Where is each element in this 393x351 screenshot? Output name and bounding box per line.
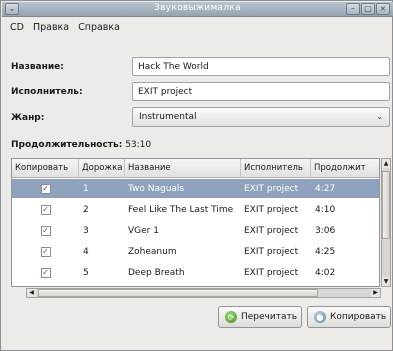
- duration-label: Продолжительность:: [11, 140, 123, 150]
- col-track[interactable]: Дорожка: [79, 159, 125, 178]
- genre-value: Instrumental: [139, 112, 197, 122]
- scroll-down-arrow-icon[interactable]: ▼: [382, 277, 390, 286]
- copy-label: Копировать: [330, 312, 387, 322]
- table-row[interactable]: ✓ 3 VGer 1 EXIT project 3:06: [12, 221, 379, 240]
- chevron-down-icon: ⌄: [376, 112, 383, 121]
- track-title: Feel Like The Last Time: [128, 204, 234, 215]
- track-number: 4: [83, 246, 89, 257]
- track-number: 1: [83, 183, 89, 194]
- duration-value: 53:10: [125, 140, 152, 150]
- reread-button[interactable]: ⟳ Перечитать: [218, 306, 302, 328]
- col-title[interactable]: Название: [125, 159, 241, 178]
- track-length: 4:10: [315, 204, 336, 215]
- copy-checkbox[interactable]: ✓: [40, 267, 51, 278]
- track-title: VGer 1: [128, 225, 159, 236]
- track-number: 3: [83, 225, 89, 236]
- table-header: Копировать Дорожка Название Исполнитель …: [12, 159, 379, 178]
- col-artist[interactable]: Исполнитель: [241, 159, 311, 178]
- track-artist: EXIT project: [244, 225, 299, 236]
- genre-combobox[interactable]: Instrumental ⌄: [132, 107, 390, 127]
- menu-edit[interactable]: Правка: [33, 22, 69, 33]
- title-bar[interactable]: ⌄ Звуковыжималка – □ ×: [2, 2, 393, 17]
- col-copy[interactable]: Копировать: [12, 159, 79, 178]
- title-label: Название:: [11, 62, 64, 72]
- col-length[interactable]: Продолжит: [311, 159, 379, 178]
- track-title: Deep Breath: [128, 267, 185, 278]
- refresh-icon: ⟳: [225, 311, 237, 323]
- table-row[interactable]: ✓ 4 Zoheanum EXIT project 4:25: [12, 242, 379, 261]
- copy-button[interactable]: ● Копировать: [307, 306, 391, 328]
- scroll-up-arrow-icon[interactable]: ▲: [382, 159, 390, 168]
- tracks-table: Копировать Дорожка Название Исполнитель …: [11, 158, 380, 287]
- menu-help[interactable]: Справка: [78, 22, 120, 33]
- track-artist: EXIT project: [244, 204, 299, 215]
- disc-icon: ●: [314, 311, 326, 323]
- track-length: 3:06: [315, 225, 336, 236]
- artist-label: Исполнитель:: [11, 87, 83, 97]
- copy-checkbox[interactable]: ✓: [40, 183, 51, 194]
- maximize-icon: □: [364, 4, 372, 13]
- table-row[interactable]: ✓ 1 Two Naguals EXIT project 4:27: [12, 179, 379, 198]
- track-length: 4:02: [315, 267, 336, 278]
- copy-checkbox[interactable]: ✓: [40, 204, 51, 215]
- artist-input[interactable]: EXIT project: [132, 82, 390, 101]
- table-row[interactable]: ✓ 2 Feel Like The Last Time EXIT project…: [12, 200, 379, 219]
- menu-bar: CD Правка Справка: [2, 18, 393, 37]
- track-title: Two Naguals: [128, 183, 185, 194]
- table-row[interactable]: ✓ 5 Deep Breath EXIT project 4:02: [12, 263, 379, 282]
- track-title: Zoheanum: [128, 246, 177, 257]
- track-number: 5: [83, 267, 89, 278]
- album-title-input[interactable]: Hack The World: [132, 57, 390, 76]
- minimize-icon: –: [351, 4, 355, 13]
- maximize-button[interactable]: □: [361, 3, 375, 15]
- window-title: Звуковыжималка: [154, 3, 241, 13]
- track-number: 2: [83, 204, 89, 215]
- copy-checkbox[interactable]: ✓: [40, 246, 51, 257]
- vertical-scrollbar[interactable]: ▲ ▼: [381, 158, 391, 287]
- scroll-left-arrow-icon[interactable]: ◀: [27, 289, 36, 297]
- track-artist: EXIT project: [244, 267, 299, 278]
- genre-label: Жанр:: [11, 113, 45, 123]
- track-artist: EXIT project: [244, 246, 299, 257]
- duration-row: Продолжительность: 53:10: [11, 140, 151, 150]
- scroll-thumb[interactable]: [38, 289, 318, 297]
- reread-label: Перечитать: [241, 312, 298, 322]
- track-length: 4:27: [315, 183, 336, 194]
- scroll-right-arrow-icon[interactable]: ▶: [371, 289, 380, 297]
- main-window: ⌄ Звуковыжималка – □ × CD Правка Справка…: [0, 0, 393, 351]
- track-artist: EXIT project: [244, 183, 299, 194]
- copy-checkbox[interactable]: ✓: [40, 225, 51, 236]
- close-button[interactable]: ×: [376, 3, 390, 15]
- minimize-button[interactable]: –: [346, 3, 360, 15]
- track-length: 4:25: [315, 246, 336, 257]
- close-icon: ×: [379, 4, 387, 13]
- scroll-thumb[interactable]: [382, 171, 390, 239]
- horizontal-scrollbar[interactable]: ◀ ▶: [26, 288, 381, 298]
- menu-cd[interactable]: CD: [10, 22, 24, 33]
